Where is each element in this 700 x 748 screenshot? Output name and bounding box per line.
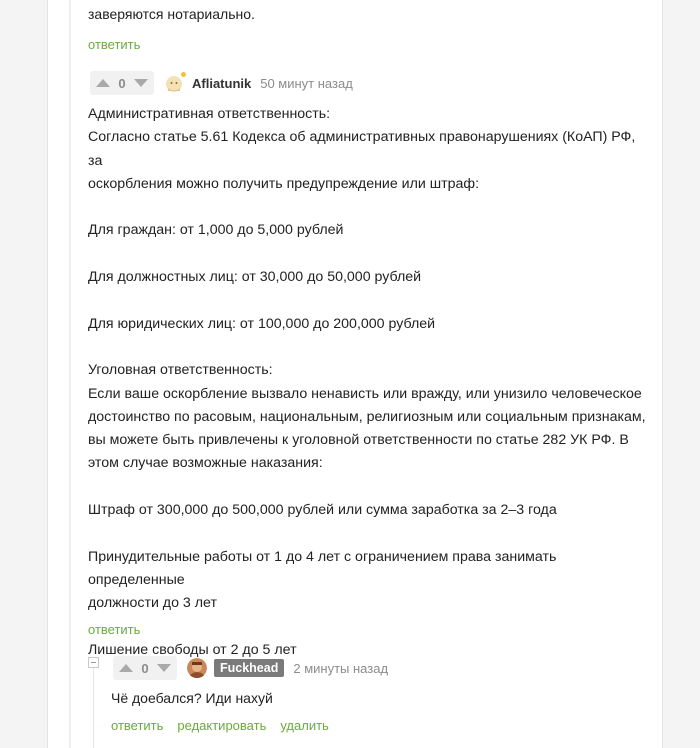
comment-text-line: Согласно статье 5.61 Кодекса об админист…	[88, 129, 636, 169]
comment-text-line: Если ваше оскорбление вызвало ненависть …	[88, 385, 642, 402]
comment-text-line: Для должностных лиц: от 30,000 до 50,000…	[88, 269, 422, 286]
downvote-arrow-icon[interactable]	[157, 664, 171, 672]
reply-comment-score: 0	[141, 660, 149, 676]
comment-text-line: Для юридических лиц: от 100,000 до 200,0…	[88, 315, 436, 332]
reply-comment-body: Чё доебался? Иди нахуй	[111, 690, 273, 706]
comment-text-line: Уголовная ответственность:	[88, 362, 273, 379]
reply-link[interactable]: ответить	[111, 718, 163, 733]
previous-comment-text: заверяются нотариально.	[88, 6, 255, 22]
upvote-arrow-icon[interactable]	[96, 79, 110, 87]
reply-comment-header: 0 Fuckhead 2 минуты назад	[113, 656, 388, 680]
comment-text-line: этом случае возможные наказания:	[88, 455, 323, 472]
reply-author-badge[interactable]: Fuckhead	[214, 659, 285, 677]
previous-comment-reply-link[interactable]: ответить	[88, 37, 140, 52]
comment-text-line: достоинство по расовым, национальным, ре…	[88, 408, 646, 425]
comment-text-line: оскорбления можно получить предупреждени…	[88, 175, 480, 192]
comment-timestamp[interactable]: 50 минут назад	[260, 76, 353, 91]
reply-thread-line[interactable]	[93, 668, 94, 748]
user-avatar-icon	[187, 658, 207, 678]
upvote-arrow-icon[interactable]	[119, 664, 133, 672]
reply-timestamp[interactable]: 2 минуты назад	[293, 661, 388, 676]
collapse-thread-button[interactable]	[88, 657, 99, 668]
downvote-arrow-icon[interactable]	[134, 79, 148, 87]
comment-header: 0 Afliatunik 50 минут назад	[90, 71, 353, 95]
author-avatar[interactable]	[164, 72, 186, 93]
comment-text-line: должности до 3 лет	[88, 595, 217, 612]
comment-score: 0	[118, 75, 126, 91]
vote-widget: 0	[90, 71, 154, 95]
delete-link[interactable]: удалить	[280, 718, 328, 733]
reply-actions: ответить редактировать удалить	[111, 718, 329, 733]
edit-link[interactable]: редактировать	[177, 718, 266, 733]
comment-text-line: Штраф от 300,000 до 500,000 рублей или с…	[88, 502, 557, 519]
comment-text-line: Административная ответственность:	[88, 106, 331, 122]
online-indicator	[181, 72, 186, 77]
comment-body: Административная ответственность: Согласн…	[88, 103, 648, 662]
comment-text-line: вы можете быть привлечены к уголовной от…	[88, 432, 629, 449]
comment-text-line: Для граждан: от 1,000 до 5,000 рублей	[88, 222, 344, 239]
reply-vote-widget: 0	[113, 656, 177, 680]
comment-text-line: Принудительные работы от 1 до 4 лет с ог…	[88, 548, 557, 588]
reply-author-avatar[interactable]	[187, 658, 207, 678]
thread-branch-line	[69, 0, 71, 748]
comment-reply-link[interactable]: ответить	[88, 622, 140, 637]
comment-author[interactable]: Afliatunik	[192, 76, 251, 91]
